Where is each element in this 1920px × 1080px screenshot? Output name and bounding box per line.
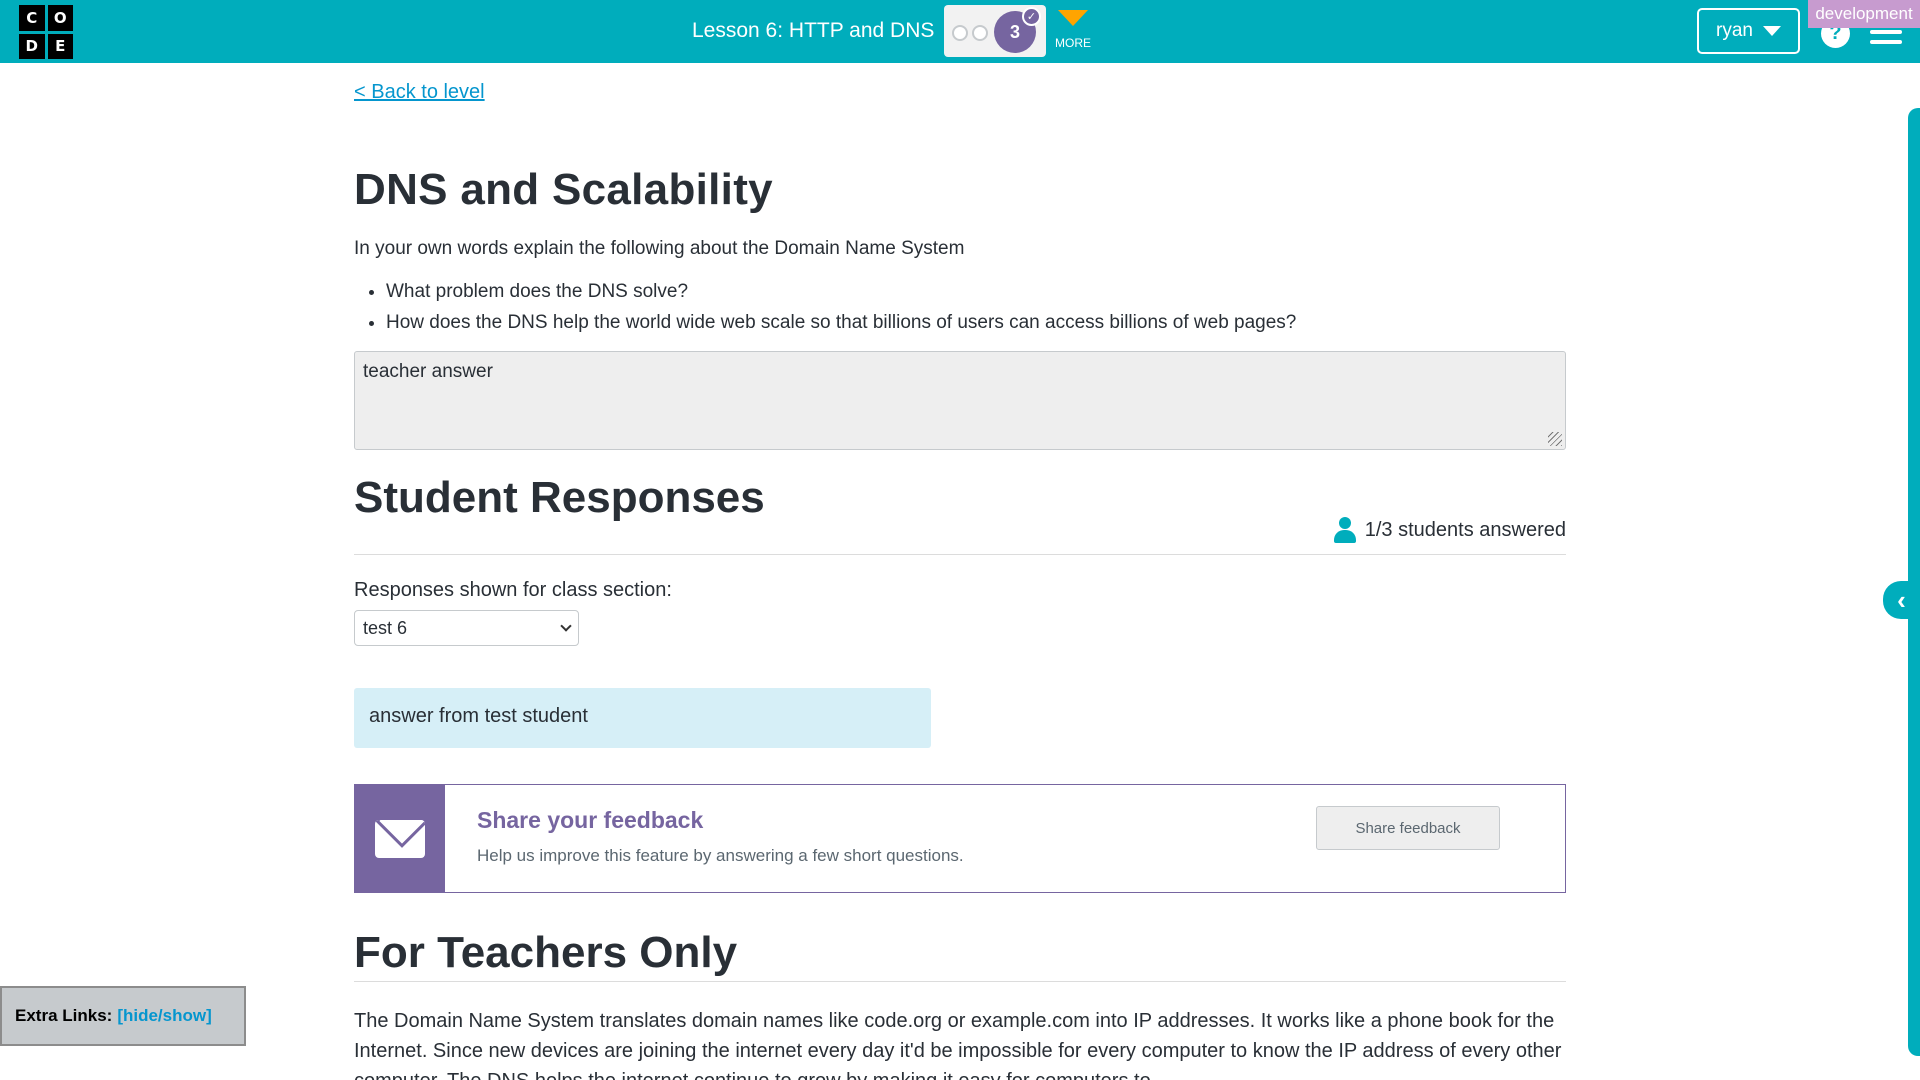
envelope-icon <box>375 819 425 858</box>
list-item: What problem does the DNS solve? <box>386 280 1296 303</box>
user-name: ryan <box>1716 20 1753 41</box>
students-answered-count: 1/3 students answered <box>1333 517 1566 543</box>
logo-letter: C <box>19 5 45 31</box>
divider <box>354 981 1566 982</box>
user-menu-button[interactable]: ryan <box>1697 8 1800 54</box>
person-icon <box>1333 517 1356 543</box>
check-icon: ✓ <box>1022 7 1041 26</box>
chevron-left-icon[interactable]: ‹ <box>1883 581 1920 619</box>
progress-dot[interactable] <box>952 25 968 41</box>
more-label: MORE <box>1055 36 1091 50</box>
feedback-subtitle: Help us improve this feature by answerin… <box>477 846 964 865</box>
logo-letter: E <box>47 33 73 59</box>
feedback-title: Share your feedback <box>477 807 704 833</box>
back-to-level-link[interactable]: < Back to level <box>354 81 485 104</box>
prompt-bullets: What problem does the DNS solve? How doe… <box>386 280 1296 342</box>
extra-links-label: Extra Links: <box>15 1006 113 1025</box>
divider <box>354 554 1566 555</box>
chevron-down-icon <box>560 620 572 632</box>
prompt-intro: In your own words explain the following … <box>354 238 965 259</box>
selected-section: test 6 <box>363 617 408 638</box>
level-progress: 3 ✓ <box>944 5 1046 57</box>
lesson-title[interactable]: Lesson 6: HTTP and DNS <box>692 19 934 43</box>
answered-text: 1/3 students answered <box>1364 518 1566 541</box>
caret-down-icon <box>1058 10 1088 26</box>
code-org-logo[interactable]: C O D E <box>19 5 73 59</box>
class-section-select[interactable]: test 6 <box>354 610 579 646</box>
logo-letter: D <box>19 33 45 59</box>
share-feedback-button[interactable]: Share feedback <box>1316 806 1500 850</box>
teacher-notes: The Domain Name System translates domain… <box>354 1010 1562 1080</box>
hide-show-link[interactable]: [hide/show] <box>117 1006 211 1026</box>
answer-text: teacher answer <box>363 361 493 382</box>
teachers-only-heading: For Teachers Only <box>354 928 738 977</box>
progress-dot[interactable] <box>972 25 988 41</box>
level-title: DNS and Scalability <box>354 165 773 214</box>
resize-handle-icon[interactable] <box>1548 432 1562 446</box>
caret-down-icon <box>1762 26 1781 36</box>
extra-links-panel: Extra Links: [hide/show] <box>0 986 246 1046</box>
environment-badge: development <box>1808 0 1920 28</box>
student-response-card: answer from test student <box>354 688 931 748</box>
logo-letter: O <box>47 5 73 31</box>
feedback-icon-box <box>355 785 445 892</box>
answer-textarea[interactable]: teacher answer <box>354 351 1566 450</box>
top-header: C O D E Lesson 6: HTTP and DNS 3 ✓ MORE … <box>0 0 1920 63</box>
list-item: How does the DNS help the world wide web… <box>386 311 1296 334</box>
student-responses-heading: Student Responses <box>354 473 765 522</box>
feedback-banner: Share your feedback Help us improve this… <box>354 784 1566 893</box>
section-select-label: Responses shown for class section: <box>354 579 672 601</box>
more-levels-button[interactable]: MORE <box>1053 8 1093 56</box>
